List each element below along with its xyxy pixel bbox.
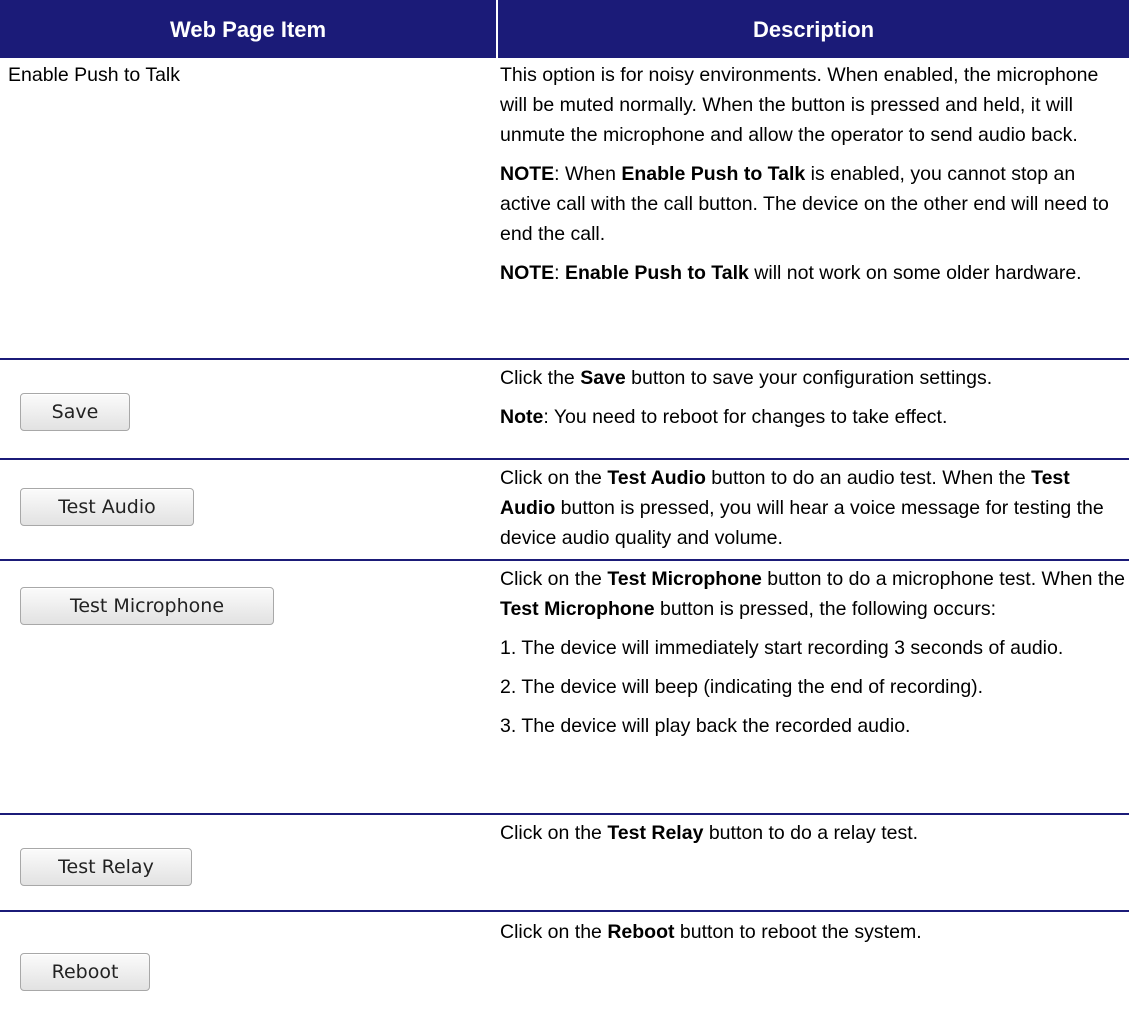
- desc-bold: Reboot: [607, 921, 675, 943]
- desc-text: This option is for noisy environments. W…: [500, 64, 1099, 146]
- note-label: NOTE: [500, 262, 555, 284]
- list-item: 3. The device will play back the recorde…: [500, 715, 911, 737]
- desc-bold: Enable Push to Talk: [565, 262, 749, 284]
- header-description: Description: [753, 17, 875, 42]
- test-audio-button[interactable]: Test Audio: [20, 488, 194, 526]
- desc-text: button to do a relay test.: [703, 822, 919, 844]
- desc-text: : You need to reboot for changes to take…: [543, 406, 948, 428]
- desc-note: Note: You need to reboot for changes to …: [500, 402, 1125, 432]
- desc-test-relay: Click on the Test Relay button to do a r…: [500, 818, 1125, 857]
- desc-bold: Save: [580, 367, 626, 389]
- desc-text: button to do an audio test. When the: [705, 467, 1032, 489]
- row-divider: [0, 910, 1129, 912]
- reboot-button[interactable]: Reboot: [20, 953, 150, 991]
- desc-paragraph: Click on the Test Microphone button to d…: [500, 564, 1125, 624]
- desc-text: :: [554, 262, 566, 284]
- item-enable-push-to-talk: Enable Push to Talk: [8, 64, 181, 86]
- desc-paragraph: Click on the Reboot button to reboot the…: [500, 917, 1125, 947]
- test-relay-button[interactable]: Test Relay: [20, 848, 192, 886]
- list-item: 1. The device will immediately start rec…: [500, 637, 1064, 659]
- row-divider: [0, 458, 1129, 460]
- desc-paragraph: Click the Save button to save your confi…: [500, 363, 1125, 393]
- desc-paragraph: Click on the Test Relay button to do a r…: [500, 818, 1125, 848]
- desc-bold: Enable Push to Talk: [621, 163, 806, 185]
- desc-text: Click the: [500, 367, 581, 389]
- desc-note: NOTE: Enable Push to Talk will not work …: [500, 258, 1125, 288]
- header-web-page-item: Web Page Item: [170, 17, 327, 42]
- desc-bold: Test Relay: [607, 822, 704, 844]
- desc-paragraph: Click on the Test Audio button to do an …: [500, 463, 1125, 553]
- desc-bold: Test Microphone: [607, 568, 762, 590]
- list-item: 2. The device will beep (indicating the …: [500, 676, 984, 698]
- desc-bold: Test Audio: [607, 467, 706, 489]
- desc-test-microphone: Click on the Test Microphone button to d…: [500, 564, 1125, 750]
- note-label: NOTE: [500, 163, 555, 185]
- desc-text: : When: [554, 163, 622, 185]
- desc-text: Click on the: [500, 921, 608, 943]
- row-divider: [0, 559, 1129, 561]
- row-divider: [0, 813, 1129, 815]
- desc-text: Click on the: [500, 467, 608, 489]
- desc-text: button is pressed, you will hear a voice…: [500, 497, 1104, 549]
- desc-text: button is pressed, the following occurs:: [654, 598, 996, 620]
- desc-text: Click on the: [500, 568, 608, 590]
- desc-test-audio: Click on the Test Audio button to do an …: [500, 463, 1125, 562]
- row-divider: [0, 358, 1129, 360]
- table-header: Web Page Item Description: [0, 0, 1129, 58]
- desc-note: NOTE: When Enable Push to Talk is enable…: [500, 159, 1125, 249]
- desc-bold: Test Microphone: [500, 598, 655, 620]
- desc-paragraph: This option is for noisy environments. W…: [500, 60, 1125, 150]
- save-button[interactable]: Save: [20, 393, 130, 431]
- desc-enable-push-to-talk: This option is for noisy environments. W…: [500, 60, 1125, 297]
- desc-text: button to save your configuration settin…: [625, 367, 993, 389]
- desc-save: Click the Save button to save your confi…: [500, 363, 1125, 441]
- note-label: Note: [500, 406, 544, 428]
- desc-text: will not work on some older hardware.: [748, 262, 1082, 284]
- desc-text: Click on the: [500, 822, 608, 844]
- desc-text: button to do a microphone test. When the: [761, 568, 1126, 590]
- test-microphone-button[interactable]: Test Microphone: [20, 587, 274, 625]
- desc-reboot: Click on the Reboot button to reboot the…: [500, 917, 1125, 956]
- desc-text: button to reboot the system.: [674, 921, 922, 943]
